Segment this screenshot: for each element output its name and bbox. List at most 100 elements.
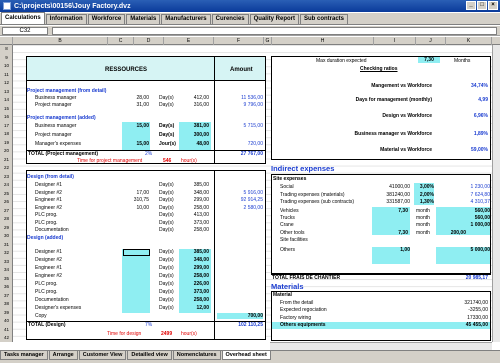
row-header[interactable]: 13 [0, 88, 13, 95]
col-header-h[interactable]: H [272, 37, 374, 45]
rental-qty[interactable]: 7,30 [372, 230, 408, 236]
close-button[interactable]: × [488, 1, 498, 10]
max-duration-value[interactable]: 7,30 [418, 57, 440, 63]
row-header[interactable]: 28 [0, 215, 13, 222]
tab-information[interactable]: Information [45, 14, 87, 24]
col-header-f[interactable]: F [214, 37, 264, 45]
rental-amount[interactable]: 560,00 [436, 215, 490, 221]
col-header-j[interactable]: J [416, 37, 446, 45]
col-header-d[interactable]: D [134, 37, 164, 45]
select-all-corner[interactable] [0, 37, 13, 45]
tab-manufacturers[interactable]: Manufacturers [161, 14, 211, 24]
cell-reference-box[interactable]: C32 [2, 27, 48, 35]
sheet-tab-nomenclatures[interactable]: Nomenclatures [172, 351, 221, 360]
design-added-rate[interactable]: 226,00 [181, 281, 209, 287]
col-header-c[interactable]: C [108, 37, 134, 45]
row-header[interactable]: 11 [0, 71, 13, 78]
design-detail-name: Documentation [35, 227, 69, 233]
tab-materials[interactable]: Materials [126, 14, 161, 24]
tab-quality-report[interactable]: Quality Report [249, 14, 299, 24]
row-header[interactable]: 40 [0, 317, 13, 324]
row-header[interactable]: 39 [0, 309, 13, 316]
formula-input[interactable] [52, 27, 497, 35]
site-expense-pct[interactable]: 3,00% [414, 184, 434, 190]
design-added-rate[interactable]: 258,00 [181, 297, 209, 303]
rental-unit: month [416, 215, 430, 222]
design-added-rate[interactable]: 385,00 [181, 249, 209, 255]
pm-added-rate[interactable]: 381,00 [181, 123, 209, 129]
design-added-rate[interactable]: 373,00 [181, 289, 209, 295]
design-added-rate[interactable]: 348,00 [181, 257, 209, 263]
horizontal-scrollbar[interactable] [270, 342, 492, 350]
tab-curencies[interactable]: Curencies [211, 14, 249, 24]
row-header[interactable]: 20 [0, 147, 13, 154]
tab-calculations[interactable]: Calculations [1, 12, 45, 24]
row-header[interactable]: 26 [0, 198, 13, 205]
rental-qty[interactable]: 7,30 [372, 208, 408, 214]
rental-rate[interactable]: 200,00 [436, 230, 466, 236]
row-header[interactable]: 34 [0, 266, 13, 273]
sheet-tab-customer-view[interactable]: Customer View [78, 351, 127, 360]
rental-amount[interactable]: 1 000,00 [436, 222, 490, 228]
row-header[interactable]: 23 [0, 173, 13, 180]
row-header[interactable]: 17 [0, 122, 13, 129]
pm-added-rate[interactable]: 48,00 [181, 141, 209, 147]
col-header-e[interactable]: E [164, 37, 214, 45]
rental-amount[interactable]: 560,00 [436, 208, 490, 214]
row-header[interactable]: 33 [0, 258, 13, 265]
design-added-rate[interactable]: 258,00 [181, 273, 209, 279]
row-header[interactable]: 31 [0, 241, 13, 248]
row-header[interactable]: 32 [0, 249, 13, 256]
design-added-rate[interactable]: 299,00 [181, 265, 209, 271]
col-header-b[interactable]: B [13, 37, 108, 45]
row-header[interactable]: 30 [0, 232, 13, 239]
others-qty[interactable]: 1,00 [372, 247, 410, 264]
tab-sub-contracts[interactable]: Sub contracts [299, 14, 348, 24]
col-header-i[interactable]: I [374, 37, 416, 45]
design-added-rate[interactable]: 12,00 [181, 305, 209, 311]
row-header[interactable]: 35 [0, 275, 13, 282]
vertical-scrollbar[interactable] [492, 45, 500, 342]
row-header[interactable]: 22 [0, 164, 13, 171]
site-expense-amount: 4 310,37 [470, 199, 490, 205]
selected-cell-c32[interactable] [123, 249, 150, 256]
site-expense-pct[interactable]: 2,00% [414, 192, 434, 198]
maximize-button[interactable]: □ [477, 1, 487, 10]
row-header[interactable]: 19 [0, 139, 13, 146]
row-header[interactable]: 42 [0, 334, 13, 341]
row-header[interactable]: 36 [0, 283, 13, 290]
row-header[interactable]: 29 [0, 224, 13, 231]
pm-added-qty[interactable]: 15,00 [123, 141, 149, 147]
row-header[interactable]: 38 [0, 300, 13, 307]
row-header[interactable]: 9 [0, 54, 13, 61]
row-header[interactable]: 8 [0, 45, 13, 52]
row-header[interactable]: 27 [0, 207, 13, 214]
sheet-tab-detailled-view[interactable]: Detailled view [127, 351, 172, 360]
row-header[interactable]: 10 [0, 62, 13, 69]
sheet-tab-overhead-sheet[interactable]: Overhead sheet [221, 351, 271, 360]
others-amount[interactable]: 5 000,00 [436, 247, 490, 264]
row-header[interactable]: 16 [0, 113, 13, 120]
col-header-k[interactable]: K [446, 37, 492, 45]
col-header-g[interactable]: G [264, 37, 272, 45]
tab-workforce[interactable]: Workforce [87, 14, 126, 24]
sheet-tab-arrange[interactable]: Arrange [48, 351, 78, 360]
row-header[interactable]: 37 [0, 292, 13, 299]
row-header[interactable]: 41 [0, 326, 13, 333]
others-equipments-amount[interactable]: 45 455,00 [432, 322, 488, 328]
site-expense-pct[interactable]: 1,30% [414, 199, 434, 205]
design-detail-qty: 310,75 [133, 197, 149, 203]
row-header[interactable]: 12 [0, 79, 13, 86]
row-header[interactable]: 25 [0, 190, 13, 197]
copy-amount[interactable]: 700,00 [217, 313, 263, 319]
row-header[interactable]: 14 [0, 96, 13, 103]
row-header[interactable]: 18 [0, 130, 13, 137]
row-header[interactable]: 21 [0, 156, 13, 163]
sheet-tab-tasks-manager[interactable]: Tasks manager [0, 351, 48, 360]
site-expense-amount: 1 230,00 [470, 184, 490, 190]
minimize-button[interactable]: _ [466, 1, 476, 10]
row-header[interactable]: 15 [0, 105, 13, 112]
pm-added-qty[interactable]: 15,00 [123, 123, 149, 129]
pm-added-rate[interactable]: 300,00 [181, 132, 209, 138]
row-header[interactable]: 24 [0, 181, 13, 188]
